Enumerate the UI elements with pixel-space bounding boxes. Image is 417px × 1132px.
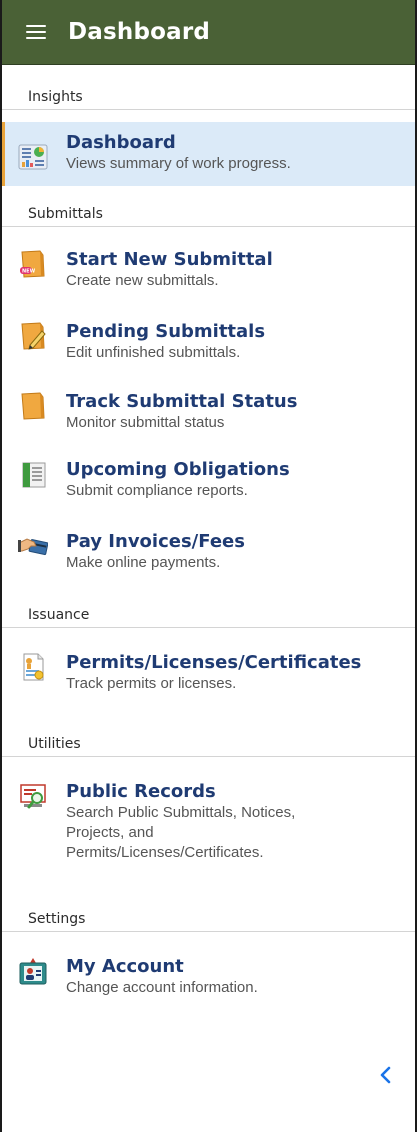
chevron-left-icon[interactable] bbox=[376, 1065, 396, 1085]
nav-item-dashboard[interactable]: Dashboard Views summary of work progress… bbox=[2, 122, 415, 186]
section-header-submittals: Submittals bbox=[2, 186, 415, 227]
nav-item-title: Track Submittal Status bbox=[66, 391, 298, 412]
payment-card-icon bbox=[18, 538, 48, 556]
nav-item-title: Dashboard bbox=[66, 132, 176, 153]
nav-item-description: Change account information. bbox=[66, 979, 258, 996]
nav-item-pay-invoices-fees[interactable]: Pay Invoices/Fees Make online payments. bbox=[2, 531, 415, 601]
section-header-settings: Settings bbox=[2, 901, 415, 932]
nav-item-description: Submit compliance reports. bbox=[66, 482, 248, 499]
nav-item-text: Pay Invoices/Fees Make online payments. bbox=[66, 531, 245, 573]
nav-item-title: Permits/Licenses/Certificates bbox=[66, 652, 362, 673]
nav-item-title: Public Records bbox=[66, 781, 216, 802]
dashboard-chart-icon bbox=[18, 144, 48, 170]
permit-document-icon bbox=[23, 653, 44, 681]
nav-item-description-line: Search Public Submittals, Notices, bbox=[66, 804, 296, 821]
nav-item-description: Views summary of work progress. bbox=[66, 155, 291, 172]
nav-item-description: Monitor submittal status bbox=[66, 414, 225, 431]
nav-item-description-line: Projects, and bbox=[66, 824, 154, 841]
nav-item-description-line: Permits/Licenses/Certificates. bbox=[66, 844, 264, 861]
section-header-insights: Insights bbox=[2, 65, 415, 110]
nav-item-text: Upcoming Obligations Submit compliance r… bbox=[66, 459, 290, 501]
nav-item-description: Track permits or licenses. bbox=[66, 675, 237, 692]
nav-item-text: Public Records Search Public Submittals,… bbox=[66, 781, 295, 863]
hamburger-menu-icon[interactable] bbox=[26, 23, 46, 41]
nav-item-title: Pay Invoices/Fees bbox=[66, 531, 245, 552]
new-folder-icon: NEW bbox=[20, 250, 45, 278]
nav-item-title: Pending Submittals bbox=[66, 321, 266, 342]
section-header-issuance: Issuance bbox=[2, 601, 415, 628]
nav-item-text: Start New Submittal Create new submittal… bbox=[66, 249, 273, 291]
chevron-left-icon-glyph bbox=[380, 1066, 391, 1084]
account-icon bbox=[19, 958, 47, 985]
report-list-icon bbox=[22, 462, 46, 488]
nav-item-description: Edit unfinished submittals. bbox=[66, 344, 241, 361]
nav-item-upcoming-obligations[interactable]: Upcoming Obligations Submit compliance r… bbox=[2, 459, 415, 531]
section-header-utilities: Utilities bbox=[2, 736, 415, 757]
side-navigation: Dashboard Insights Dashboard Views summa… bbox=[0, 0, 417, 1132]
nav-item-text: My Account Change account information. bbox=[66, 956, 258, 998]
folder-icon bbox=[21, 392, 45, 420]
nav-item-text: Pending Submittals Edit unfinished submi… bbox=[66, 321, 265, 363]
nav-item-title: My Account bbox=[66, 956, 184, 977]
edit-folder-icon bbox=[21, 322, 46, 350]
nav-item-track-submittal-status[interactable]: Track Submittal Status Monitor submittal… bbox=[2, 391, 415, 459]
top-bar: Dashboard bbox=[2, 0, 415, 65]
nav-item-title: Upcoming Obligations bbox=[66, 459, 290, 480]
page-title: Dashboard bbox=[68, 19, 211, 45]
nav-item-permits-licenses-certificates[interactable]: Permits/Licenses/Certificates Track perm… bbox=[2, 652, 415, 736]
nav-item-text: Track Submittal Status Monitor submittal… bbox=[66, 391, 297, 433]
nav-item-public-records[interactable]: Public Records Search Public Submittals,… bbox=[2, 781, 415, 901]
nav-item-start-new-submittal[interactable]: NEW Start New Submittal Create new submi… bbox=[2, 249, 415, 321]
nav-item-title: Start New Submittal bbox=[66, 249, 273, 270]
nav-item-text: Dashboard Views summary of work progress… bbox=[66, 132, 291, 174]
nav-item-pending-submittals[interactable]: Pending Submittals Edit unfinished submi… bbox=[2, 321, 415, 391]
nav-item-description: Make online payments. bbox=[66, 554, 221, 571]
nav-item-my-account[interactable]: My Account Change account information. bbox=[2, 956, 415, 1020]
nav-item-text: Permits/Licenses/Certificates Track perm… bbox=[66, 652, 361, 694]
nav-item-description: Create new submittals. bbox=[66, 272, 219, 289]
svg-text:NEW: NEW bbox=[22, 269, 36, 275]
search-records-icon bbox=[20, 784, 46, 809]
